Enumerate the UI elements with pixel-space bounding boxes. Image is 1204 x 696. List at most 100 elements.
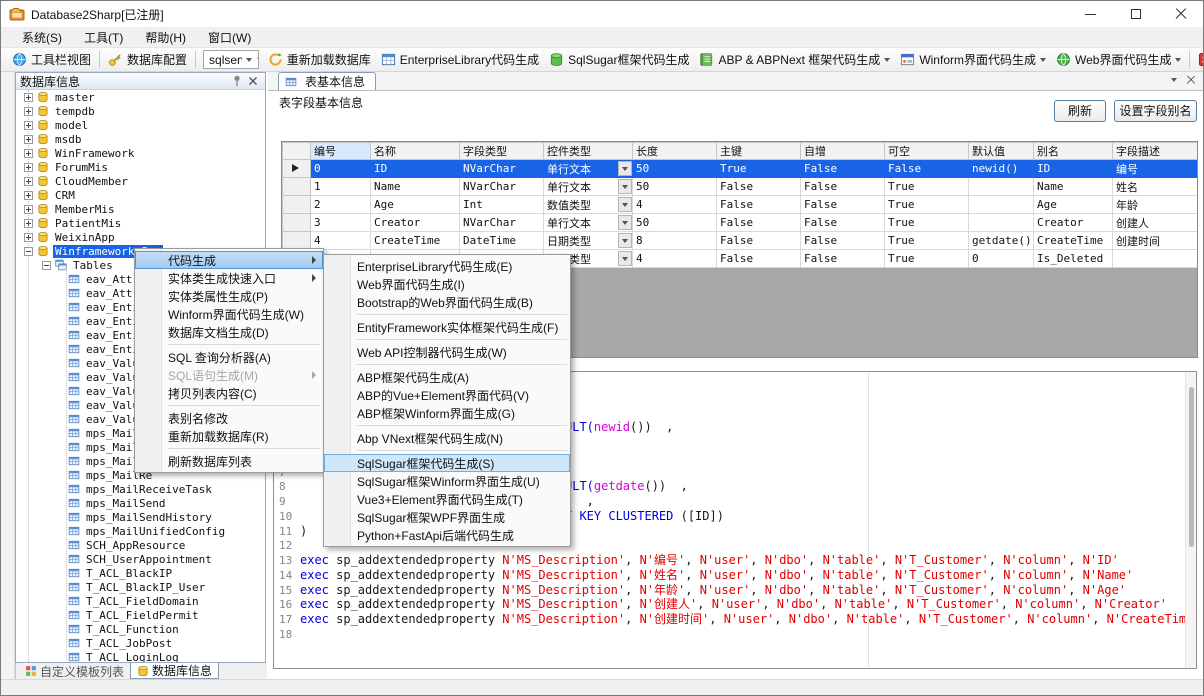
dropdown-arrow-icon[interactable] bbox=[618, 161, 632, 176]
toolbar-button-5[interactable]: EnterpriseLibrary代码生成 bbox=[376, 49, 544, 70]
toolbar-button-10[interactable]: 退出 bbox=[1193, 49, 1204, 70]
menu-item-15[interactable]: SqlSugar框架代码生成(S) bbox=[324, 454, 570, 472]
grid-cell[interactable]: 0 bbox=[311, 160, 371, 178]
grid-cell[interactable]: Creator bbox=[1034, 214, 1113, 232]
minimize-button[interactable] bbox=[1068, 1, 1113, 27]
tree-db-msdb[interactable]: msdb bbox=[16, 132, 265, 146]
grid-cell[interactable]: Age bbox=[371, 196, 460, 214]
grid-cell[interactable]: Name bbox=[1034, 178, 1113, 196]
grid-cell[interactable]: False bbox=[801, 250, 885, 268]
toolbar-button-2[interactable]: 数据库配置 bbox=[103, 49, 192, 70]
menu-item-16[interactable]: SqlSugar框架Winform界面生成(U) bbox=[324, 472, 570, 490]
dropdown-arrow-icon[interactable] bbox=[618, 215, 632, 230]
grid-cell[interactable]: 1 bbox=[311, 178, 371, 196]
grid-cell[interactable]: 数值类型 bbox=[544, 196, 633, 214]
tree-db-MemberMis[interactable]: MemberMis bbox=[16, 202, 265, 216]
tree-table-SCH_UserAppointment[interactable]: SCH_UserAppointment bbox=[16, 552, 265, 566]
grid-row-0[interactable]: 0IDNVarChar单行文本50TrueFalseFalsenewid()ID… bbox=[283, 160, 1199, 178]
grid-cell[interactable] bbox=[969, 196, 1034, 214]
grid-cell[interactable]: True bbox=[885, 250, 969, 268]
expand-icon[interactable] bbox=[24, 233, 33, 242]
grid-cell[interactable]: 3 bbox=[311, 214, 371, 232]
tab-table-basic-info[interactable]: 表基本信息 bbox=[278, 72, 376, 90]
grid-column-header-5[interactable]: 长度 bbox=[633, 143, 717, 160]
grid-row-2[interactable]: 2AgeInt数值类型4FalseFalseTrueAge年龄 bbox=[283, 196, 1199, 214]
tree-table-mps_MailReceiveTask[interactable]: mps_MailReceiveTask bbox=[16, 482, 265, 496]
expand-icon[interactable] bbox=[24, 149, 33, 158]
dropdown-arrow-icon[interactable] bbox=[618, 197, 632, 212]
grid-column-header-9[interactable]: 默认值 bbox=[969, 143, 1034, 160]
control-type-dropdown[interactable]: 日期类型 bbox=[544, 232, 632, 249]
grid-cell[interactable]: 编号 bbox=[1113, 160, 1199, 178]
grid-cell[interactable]: 0 bbox=[969, 250, 1034, 268]
tree-table-T_ACL_FieldPermit[interactable]: T_ACL_FieldPermit bbox=[16, 608, 265, 622]
menu-item-2[interactable]: Web界面代码生成(I) bbox=[324, 275, 570, 293]
menu-item-11[interactable]: 表别名修改 bbox=[135, 409, 323, 427]
grid-row-header[interactable] bbox=[283, 178, 311, 196]
grid-row-3[interactable]: 3CreatorNVarChar单行文本50FalseFalseTrueCrea… bbox=[283, 214, 1199, 232]
grid-cell[interactable]: 单行文本 bbox=[544, 178, 633, 196]
tree-db-model[interactable]: model bbox=[16, 118, 265, 132]
grid-column-header-1[interactable]: 编号 bbox=[311, 143, 371, 160]
maximize-button[interactable] bbox=[1113, 1, 1158, 27]
grid-row-header[interactable] bbox=[283, 196, 311, 214]
tree-table-T_ACL_JobPost[interactable]: T_ACL_JobPost bbox=[16, 636, 265, 650]
menu-item-3[interactable]: Bootstrap的Web界面代码生成(B) bbox=[324, 293, 570, 311]
grid-cell[interactable]: Name bbox=[371, 178, 460, 196]
tree-db-CRM[interactable]: CRM bbox=[16, 188, 265, 202]
grid-cell[interactable]: False bbox=[717, 232, 801, 250]
close-button[interactable] bbox=[1158, 1, 1203, 27]
menu-item-4[interactable]: Winform界面代码生成(W) bbox=[135, 305, 323, 323]
grid-cell[interactable] bbox=[1113, 250, 1199, 268]
grid-column-header-3[interactable]: 字段类型 bbox=[460, 143, 544, 160]
grid-row-1[interactable]: 1NameNVarChar单行文本50FalseFalseTrueName姓名 bbox=[283, 178, 1199, 196]
menu-item-9[interactable]: ABP框架代码生成(A) bbox=[324, 368, 570, 386]
tree-table-T_ACL_LoginLog[interactable]: T_ACL_LoginLog bbox=[16, 650, 265, 662]
grid-cell[interactable]: Int bbox=[460, 196, 544, 214]
grid-cell[interactable]: False bbox=[801, 196, 885, 214]
grid-cell[interactable]: 4 bbox=[633, 196, 717, 214]
toolbar-button-7[interactable]: ABP & ABPNext 框架代码生成 bbox=[694, 49, 895, 70]
menu-item-1[interactable]: EnterpriseLibrary代码生成(E) bbox=[324, 257, 570, 275]
expand-icon[interactable] bbox=[24, 107, 33, 116]
control-type-dropdown[interactable]: 单行文本 bbox=[544, 178, 632, 195]
grid-cell[interactable]: Age bbox=[1034, 196, 1113, 214]
grid-cell[interactable]: True bbox=[885, 178, 969, 196]
grid-row-header[interactable] bbox=[283, 232, 311, 250]
grid-cell[interactable]: False bbox=[801, 214, 885, 232]
menubar-item-3[interactable]: 帮助(H) bbox=[134, 27, 197, 48]
grid-cell[interactable]: 日期类型 bbox=[544, 232, 633, 250]
menu-item-5[interactable]: EntityFramework实体框架代码生成(F) bbox=[324, 318, 570, 336]
grid-cell[interactable]: 单行文本 bbox=[544, 160, 633, 178]
grid-cell[interactable]: 4 bbox=[633, 250, 717, 268]
tree-db-CloudMember[interactable]: CloudMember bbox=[16, 174, 265, 188]
tree-db-WinFramework[interactable]: WinFramework bbox=[16, 146, 265, 160]
grid-cell[interactable]: False bbox=[717, 214, 801, 232]
tree-table-T_ACL_BlackIP[interactable]: T_ACL_BlackIP bbox=[16, 566, 265, 580]
expand-icon[interactable] bbox=[24, 135, 33, 144]
grid-cell[interactable]: 50 bbox=[633, 160, 717, 178]
grid-row-4[interactable]: 4CreateTimeDateTime日期类型8FalseFalseTruege… bbox=[283, 232, 1199, 250]
grid-cell[interactable]: 50 bbox=[633, 178, 717, 196]
grid-cell[interactable]: True bbox=[885, 196, 969, 214]
grid-cell[interactable]: 单行文本 bbox=[544, 214, 633, 232]
dropdown-caret-icon[interactable] bbox=[1040, 58, 1046, 62]
tree-db-master[interactable]: master bbox=[16, 90, 265, 104]
tree-table-T_ACL_Function[interactable]: T_ACL_Function bbox=[16, 622, 265, 636]
menu-item-13[interactable]: Abp VNext框架代码生成(N) bbox=[324, 429, 570, 447]
toolbar-button-6[interactable]: SqlSugar框架代码生成 bbox=[544, 49, 694, 70]
grid-column-header-11[interactable]: 字段描述 bbox=[1113, 143, 1199, 160]
grid-cell[interactable]: DateTime bbox=[460, 232, 544, 250]
pin-icon[interactable] bbox=[229, 74, 245, 88]
menu-item-8[interactable]: SQL语句生成(M) bbox=[135, 366, 323, 384]
grid-cell[interactable]: 年龄 bbox=[1113, 196, 1199, 214]
grid-row-header[interactable] bbox=[283, 214, 311, 232]
expand-icon[interactable] bbox=[24, 205, 33, 214]
grid-cell[interactable]: Is_Deleted bbox=[1034, 250, 1113, 268]
tree-db-ForumMis[interactable]: ForumMis bbox=[16, 160, 265, 174]
grid-cell[interactable]: NVarChar bbox=[460, 178, 544, 196]
grid-cell[interactable]: newid() bbox=[969, 160, 1034, 178]
grid-cell[interactable] bbox=[969, 214, 1034, 232]
menu-item-1[interactable]: 代码生成 bbox=[135, 251, 323, 269]
tree-db-WeixinApp[interactable]: WeixinApp bbox=[16, 230, 265, 244]
